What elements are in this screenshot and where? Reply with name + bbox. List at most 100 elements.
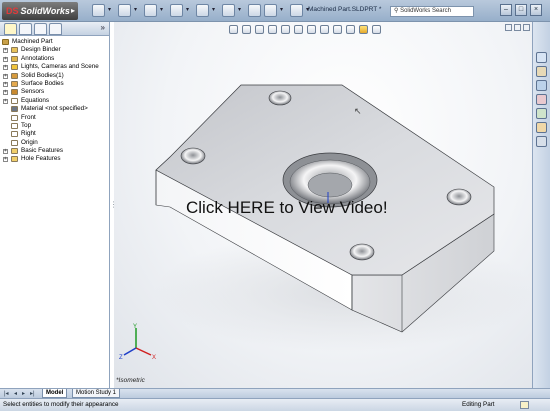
open-icon[interactable]	[118, 4, 131, 17]
display-manager-tab-icon[interactable]	[49, 23, 62, 35]
new-document-icon[interactable]	[92, 4, 105, 17]
tree-item-label: Top	[21, 121, 32, 129]
help-icon[interactable]	[520, 401, 529, 409]
last-tab-nav-icon[interactable]: ▸|	[30, 390, 35, 397]
origin-icon	[11, 139, 18, 146]
tree-item-label: Material <not specified>	[21, 105, 88, 113]
appearances-scenes-icon[interactable]	[536, 122, 547, 133]
custom-properties-icon[interactable]	[536, 136, 547, 147]
file-explorer-icon[interactable]	[536, 80, 547, 91]
graphics-area[interactable]: Click HERE to View Video! ↖ Y X Z *Isome…	[114, 22, 532, 388]
tree-item[interactable]: Material <not specified>	[0, 105, 109, 113]
feature-tree: Machined Part + Design Binder + Annotations…	[0, 36, 109, 164]
tree-item[interactable]: + Surface Bodies	[0, 80, 109, 88]
standard-toolbar: ▾ ▾ ▾ ▾ ▾ ▾ ▾ ▾	[92, 4, 313, 17]
tree-item-label: Solid Bodies(1)	[21, 71, 64, 79]
print-icon[interactable]	[170, 4, 183, 17]
expand-icon[interactable]: +	[3, 48, 8, 54]
new-dropdown-icon[interactable]: ▾	[108, 4, 115, 17]
expand-icon[interactable]: +	[3, 56, 8, 62]
expand-icon[interactable]: +	[3, 149, 8, 155]
tree-item-label: Origin	[21, 138, 38, 146]
open-dropdown-icon[interactable]: ▾	[134, 4, 141, 17]
center-hole	[307, 172, 353, 198]
current-view-label: *Isometric	[116, 377, 145, 384]
design-library-icon[interactable]	[536, 66, 547, 77]
tab-motion-study[interactable]: Motion Study 1	[72, 389, 121, 398]
title-bar: DS SolidWorks ▸ ▾ ▾ ▾ ▾ ▾ ▾ ▾ ▾ Machined …	[0, 0, 550, 22]
next-tab-nav-icon[interactable]: ▸	[22, 390, 25, 397]
undo-icon[interactable]	[196, 4, 209, 17]
save-dropdown-icon[interactable]: ▾	[160, 4, 167, 17]
expand-icon[interactable]: +	[3, 98, 8, 104]
first-tab-nav-icon[interactable]: |◂	[4, 390, 9, 397]
folder-icon	[11, 148, 18, 155]
tree-item-label: Annotations	[21, 54, 55, 62]
surface-bodies-icon	[11, 80, 18, 87]
search-results-icon[interactable]	[536, 94, 547, 105]
bottom-tab-strip: |◂ ◂ ▸ ▸| Model Motion Study 1	[0, 388, 550, 398]
tree-item-label: Right	[21, 130, 36, 138]
tree-item[interactable]: + Basic Features	[0, 147, 109, 155]
tree-item[interactable]: + Lights, Cameras and Scene	[0, 63, 109, 71]
print-dropdown-icon[interactable]: ▾	[186, 4, 193, 17]
search-input[interactable]: ⚲ SolidWorks Search	[390, 6, 474, 17]
select-dropdown-icon[interactable]: ▾	[238, 4, 245, 17]
tree-item[interactable]: Top	[0, 122, 109, 130]
corner-hole-top	[268, 90, 292, 106]
solidworks-resources-icon[interactable]	[536, 52, 547, 63]
corner-hole-left	[180, 147, 206, 165]
select-icon[interactable]	[222, 4, 235, 17]
panel-expand-icon[interactable]: »	[101, 23, 105, 32]
triad-z-axis	[123, 347, 137, 356]
tree-item[interactable]: + Hole Features	[0, 155, 109, 163]
properties-dropdown-icon[interactable]: ▾	[280, 4, 287, 17]
triad-x-label: X	[152, 355, 156, 361]
menu-arrow-icon[interactable]: ▸	[71, 2, 75, 20]
expand-icon[interactable]: +	[3, 90, 8, 96]
tree-item[interactable]: + Design Binder	[0, 46, 109, 54]
corner-hole-bottom	[349, 243, 375, 261]
tree-item[interactable]: Front	[0, 114, 109, 122]
configuration-manager-tab-icon[interactable]	[34, 23, 47, 35]
minimize-button[interactable]: –	[500, 4, 512, 16]
undo-dropdown-icon[interactable]: ▾	[212, 4, 219, 17]
maximize-button[interactable]: □	[515, 4, 527, 16]
document-title: Machined Part.SLDPRT *	[308, 6, 382, 13]
tree-root-part[interactable]: Machined Part	[0, 38, 109, 46]
binder-icon	[11, 47, 18, 54]
tree-item[interactable]: + Equations	[0, 97, 109, 105]
corner-hole-right	[446, 188, 472, 206]
ds-logo-mark: DS	[6, 6, 19, 16]
tree-item[interactable]: Right	[0, 130, 109, 138]
tree-item[interactable]: + Sensors	[0, 88, 109, 96]
tree-item[interactable]: + Solid Bodies(1)	[0, 72, 109, 80]
expand-icon[interactable]: +	[3, 65, 8, 71]
expand-icon[interactable]: +	[3, 73, 8, 79]
status-mode: Editing Part	[462, 401, 495, 408]
property-manager-tab-icon[interactable]	[19, 23, 32, 35]
options-icon[interactable]	[290, 4, 303, 17]
rebuild-icon[interactable]	[248, 4, 261, 17]
folder-icon	[11, 156, 18, 163]
close-button[interactable]: ×	[530, 4, 542, 16]
expand-icon[interactable]: +	[3, 157, 8, 163]
view-video-overlay-text[interactable]: Click HERE to View Video!	[186, 198, 388, 218]
tab-model[interactable]: Model	[42, 389, 68, 398]
tree-item[interactable]: + Annotations	[0, 55, 109, 63]
triad-z-label: Z	[119, 355, 123, 361]
file-properties-icon[interactable]	[264, 4, 277, 17]
prev-tab-nav-icon[interactable]: ◂	[14, 390, 17, 397]
status-bar: Select entities to modify their appearan…	[0, 398, 550, 411]
annotations-icon	[11, 55, 18, 62]
tree-item-label: Front	[21, 113, 36, 121]
save-icon[interactable]	[144, 4, 157, 17]
view-palette-icon[interactable]	[536, 108, 547, 119]
feature-manager-tab-icon[interactable]	[4, 23, 17, 35]
solidworks-logo[interactable]: DS SolidWorks ▸	[2, 2, 78, 20]
tree-item[interactable]: Origin	[0, 139, 109, 147]
expand-icon[interactable]: +	[3, 81, 8, 87]
task-pane	[532, 22, 550, 388]
part-icon	[2, 39, 9, 45]
status-message: Select entities to modify their appearan…	[3, 401, 119, 408]
